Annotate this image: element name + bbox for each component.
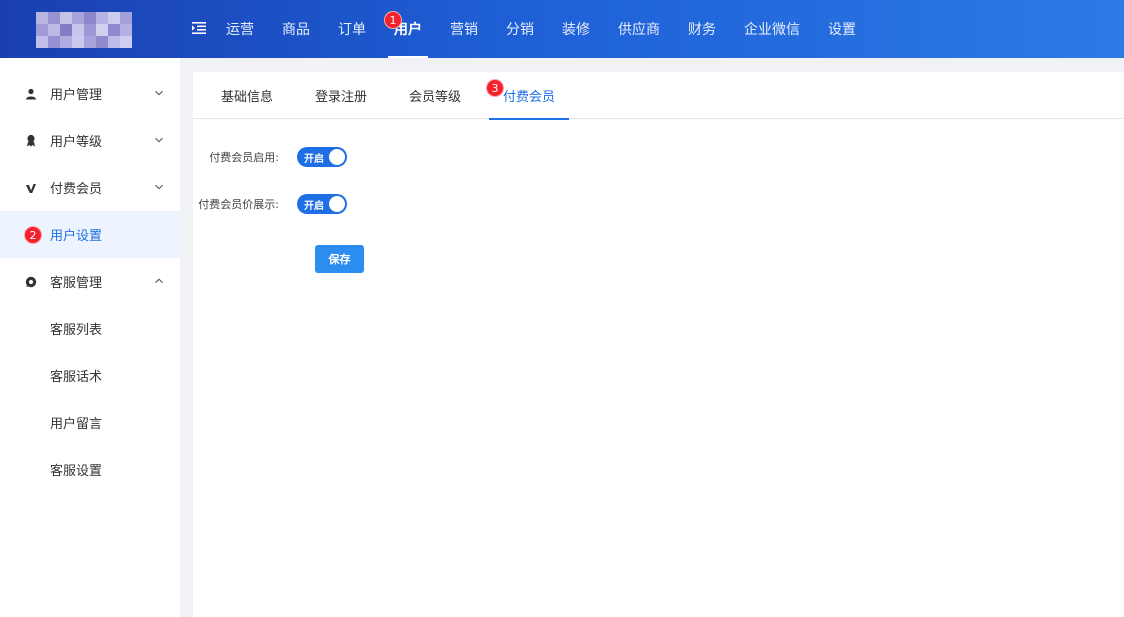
chevron-down-icon [155,184,163,190]
chevron-up-icon [155,278,163,284]
sidebar-item-label: 用户设置 [50,229,103,244]
price-display-switch[interactable]: 开启 [297,194,347,214]
nav-item-settings[interactable]: 设置 [814,0,870,58]
price-display-label: 付费会员价展示: [198,198,279,211]
medal-icon [24,134,38,148]
save-button[interactable]: 保存 [315,245,364,273]
tab-paid-membership[interactable]: 付费会员 [489,72,570,120]
nav-item-suppliers[interactable]: 供应商 [604,0,674,58]
chevron-down-icon [155,90,163,96]
tab-basic-info[interactable]: 基础信息 [207,72,287,119]
nav-item-distribution[interactable]: 分销 [492,0,548,58]
sidebar-item-label: 客服管理 [50,276,103,291]
vip-icon [24,181,38,195]
sidebar-item-label: 付费会员 [50,182,103,197]
sidebar-subitem-user-messages[interactable]: 用户留言 [0,399,180,446]
main-content: 基础信息 登录注册 会员等级 付费会员 付费会员启用: 开启 付费会员价展示: … [193,72,1124,617]
nav-item-finance[interactable]: 财务 [674,0,730,58]
logo-blurred [36,12,132,48]
top-bar: 运营 商品 订单 用户 营销 分销 装修 供应商 财务 企业微信 设置 [0,0,1124,58]
enable-switch[interactable]: 开启 [297,147,347,167]
step-badge-1: 1 [384,11,402,29]
sidebar: 用户管理 用户等级 付费会员 用户设置 客服管理 客服列表 客服话术 用户留言 … [0,58,180,617]
sidebar-subitem-service-list[interactable]: 客服列表 [0,305,180,352]
enable-label: 付费会员启用: [209,151,279,164]
switch-knob [329,196,345,212]
sidebar-item-user-management[interactable]: 用户管理 [0,70,180,117]
menu-toggle-icon[interactable] [191,20,207,36]
sidebar-item-customer-service[interactable]: 客服管理 [0,258,180,305]
user-icon [24,87,38,101]
nav-item-users[interactable]: 用户 [380,0,436,58]
form-row-price-display: 付费会员价展示: 开启 [193,194,347,214]
step-badge-3: 3 [486,79,504,97]
settings-tabs: 基础信息 登录注册 会员等级 付费会员 [193,72,1124,120]
switch-knob [329,149,345,165]
sidebar-subitem-service-scripts[interactable]: 客服话术 [0,352,180,399]
switch-text: 开启 [304,153,324,165]
nav-item-wecom[interactable]: 企业微信 [730,0,814,58]
nav-item-orders[interactable]: 订单 [324,0,380,58]
sidebar-item-label: 用户等级 [50,135,103,150]
nav-item-decoration[interactable]: 装修 [548,0,604,58]
chevron-down-icon [155,137,163,143]
nav-item-products[interactable]: 商品 [268,0,324,58]
top-nav: 运营 商品 订单 用户 营销 分销 装修 供应商 财务 企业微信 设置 [212,0,870,58]
sidebar-subitem-service-settings[interactable]: 客服设置 [0,446,180,493]
step-badge-2: 2 [24,226,42,244]
tab-login-register[interactable]: 登录注册 [301,72,381,119]
chat-icon [24,275,38,289]
form-row-enable: 付费会员启用: 开启 [193,147,347,167]
sidebar-item-user-level[interactable]: 用户等级 [0,117,180,164]
switch-text: 开启 [304,200,324,212]
sidebar-item-label: 用户管理 [50,88,103,103]
nav-item-marketing[interactable]: 营销 [436,0,492,58]
tab-member-level[interactable]: 会员等级 [395,72,475,119]
nav-item-operations[interactable]: 运营 [212,0,268,58]
sidebar-item-paid-membership[interactable]: 付费会员 [0,164,180,211]
